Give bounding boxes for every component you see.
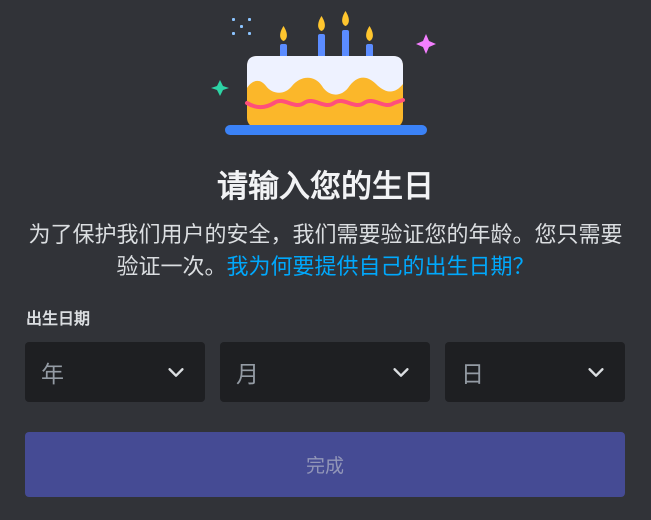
birthday-label: 出生日期 (26, 309, 91, 328)
done-button[interactable]: 完成 (25, 432, 625, 497)
chevron-down-icon (168, 368, 184, 377)
candles-icon (280, 11, 373, 62)
sparkle-green-icon (211, 80, 229, 96)
chevron-down-icon (588, 368, 604, 377)
year-select[interactable]: 年 (25, 342, 205, 402)
month-select-value: 月 (236, 362, 259, 388)
chevron-down-icon (393, 368, 409, 377)
sparkle-pink-icon (416, 34, 436, 54)
cake-icon (245, 56, 405, 128)
day-select[interactable]: 日 (445, 342, 625, 402)
sparkle-blue-icon (232, 18, 251, 35)
birthday-cake-illustration (211, 11, 436, 135)
why-birthday-link[interactable]: 我为何要提供自己的出生日期？ (227, 255, 535, 280)
day-select-value: 日 (461, 362, 484, 388)
year-select-value: 年 (41, 362, 64, 388)
plate-icon (225, 125, 427, 135)
birthday-dialog: 请输入您的生日 为了保护我们用户的安全，我们需要验证您的年龄。您只需要验证一次。… (0, 0, 651, 520)
dialog-subtitle: 为了保护我们用户的安全，我们需要验证您的年龄。您只需要验证一次。我为何要提供自己… (20, 220, 631, 284)
month-select[interactable]: 月 (220, 342, 430, 402)
dialog-title: 请输入您的生日 (217, 169, 434, 205)
